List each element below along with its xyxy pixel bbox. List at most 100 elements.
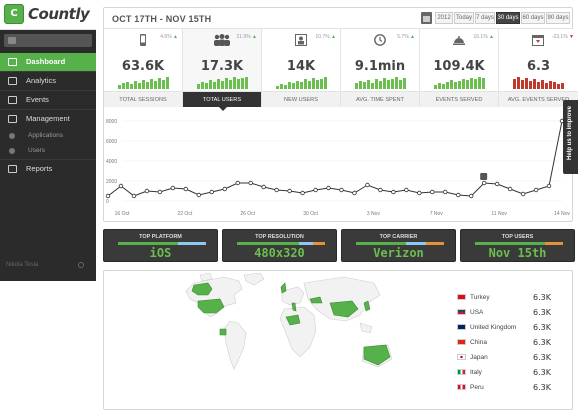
metric-percent: 5.7% xyxy=(397,34,409,40)
metric-label: TOTAL SESSIONS xyxy=(104,91,182,107)
metric-label: NEW USERS xyxy=(262,91,340,107)
country-row-turkey[interactable]: Turkey 6.3K xyxy=(457,290,557,305)
top-resolution-box: TOP RESOLUTION 480x320 xyxy=(222,229,337,262)
period-2012[interactable]: 2012 xyxy=(435,12,453,24)
settings-gear-icon[interactable] xyxy=(78,262,84,268)
calendar-icon[interactable] xyxy=(421,12,432,24)
trend-up-icon: ▲ xyxy=(489,34,494,40)
data-point xyxy=(365,182,370,188)
new-user-icon xyxy=(295,34,307,46)
y-tick-label: 4000 xyxy=(106,159,117,165)
sparkline xyxy=(118,77,170,89)
metric-new-users[interactable]: 10.7% ▲ 14K NEW USERS xyxy=(262,29,341,107)
logo-icon: C xyxy=(4,4,24,24)
data-point xyxy=(520,191,526,197)
data-point xyxy=(105,193,111,199)
feedback-tab[interactable]: Help us to improve xyxy=(563,100,578,174)
metric-value: 14K xyxy=(286,59,316,74)
app-selector[interactable] xyxy=(4,34,92,47)
country-value: 6.3K xyxy=(533,308,551,317)
box-value: Nov 15th xyxy=(488,246,547,260)
metric-avg-events-served[interactable]: -23.1% ▼ 6.3 AVG. EVENTS SERVED xyxy=(499,29,578,107)
country-row-united-kingdom[interactable]: United Kingdom 6.3K xyxy=(457,320,557,335)
sidebar-item-applications[interactable]: Applications xyxy=(0,129,96,143)
china-flag-icon xyxy=(457,339,466,345)
trend-up-icon: ▲ xyxy=(173,34,178,40)
country-row-peru[interactable]: Peru 6.3K xyxy=(457,380,557,395)
data-point xyxy=(118,183,124,189)
users-icon xyxy=(9,148,15,154)
country-row-italy[interactable]: Italy 6.3K xyxy=(457,365,557,380)
box-value: 480x320 xyxy=(254,246,305,260)
metric-value: 63.6K xyxy=(121,59,165,74)
data-point xyxy=(481,180,487,186)
metric-avg-time-spent[interactable]: 5.7% ▲ 9.1min AVG. TIME SPENT xyxy=(341,29,420,107)
sidebar-item-label: Events xyxy=(26,95,49,104)
sidebar-item-label: Dashboard xyxy=(26,57,66,66)
box-bar xyxy=(356,242,444,245)
x-tick-label: 30 Oct xyxy=(303,211,318,217)
sidebar-item-label: Users xyxy=(28,147,45,154)
period-90-days[interactable]: 90 days xyxy=(546,12,570,24)
sparkline xyxy=(434,77,486,89)
country-row-japan[interactable]: Japan 6.3K xyxy=(457,350,557,365)
box-title: TOP RESOLUTION xyxy=(255,234,304,240)
trend-up-icon: ▲ xyxy=(331,34,336,40)
box-bar xyxy=(475,242,563,245)
country-value: 6.3K xyxy=(533,383,551,392)
analytics-icon xyxy=(8,77,17,85)
period-7-days[interactable]: 7 days xyxy=(475,12,495,24)
data-point xyxy=(494,181,500,187)
cloche-icon xyxy=(453,36,465,45)
metric-total-sessions[interactable]: 4.6% ▲ 63.6K TOTAL SESSIONS xyxy=(104,29,183,107)
metric-label: EVENTS SERVED xyxy=(420,91,498,107)
world-map[interactable] xyxy=(164,273,404,405)
footer-user-name[interactable]: Nikola Tesla xyxy=(6,262,38,268)
x-tick-label: 14 Nov xyxy=(554,211,570,217)
box-bar xyxy=(118,242,206,245)
data-point xyxy=(196,192,201,198)
metric-percent: -23.1% xyxy=(551,34,568,40)
data-point xyxy=(533,187,539,193)
data-point xyxy=(417,190,422,196)
period-30-days[interactable]: 30 days xyxy=(496,12,520,24)
country-row-china[interactable]: China 6.3K xyxy=(457,335,557,350)
period-today[interactable]: Today xyxy=(454,12,474,24)
management-icon xyxy=(8,115,17,123)
sparkline xyxy=(355,77,407,89)
applications-icon xyxy=(9,133,15,139)
data-point xyxy=(443,189,448,195)
country-row-usa[interactable]: USA 6.3K xyxy=(457,305,557,320)
metric-events-served[interactable]: 16.1% ▲ 109.4K EVENTS SERVED xyxy=(420,29,499,107)
country-value: 6.3K xyxy=(533,323,551,332)
sidebar-item-analytics[interactable]: Analytics xyxy=(0,72,96,90)
sidebar-item-management[interactable]: Management xyxy=(0,110,96,128)
sidebar-item-reports[interactable]: Reports xyxy=(0,160,96,178)
metric-value: 9.1min xyxy=(354,59,406,74)
data-point xyxy=(326,185,331,191)
data-point xyxy=(352,190,357,196)
note-icon xyxy=(480,173,488,180)
x-tick-label: 7 Nov xyxy=(430,211,444,217)
data-point xyxy=(313,187,318,193)
x-tick-label: 22 Oct xyxy=(177,211,192,217)
data-point xyxy=(261,184,266,190)
period-60-days[interactable]: 60 days xyxy=(521,12,545,24)
sidebar-item-label: Applications xyxy=(28,132,64,139)
metric-label: AVG. TIME SPENT xyxy=(341,91,419,107)
events-icon xyxy=(8,96,17,104)
sidebar-item-events[interactable]: Events xyxy=(0,91,96,109)
top-users-box: TOP USERS Nov 15th xyxy=(460,229,575,262)
country-shape-canada xyxy=(191,282,213,296)
metric-value: 17.3K xyxy=(200,59,244,74)
metric-total-users[interactable]: 21.9% ▲ 17.3K TOTAL USERS xyxy=(183,29,262,111)
data-point xyxy=(274,187,279,193)
app-logo[interactable]: C Countly xyxy=(4,4,90,26)
country-name: Italy xyxy=(470,369,482,376)
data-point xyxy=(378,187,383,193)
data-point xyxy=(209,189,214,195)
sidebar-item-dashboard[interactable]: Dashboard xyxy=(0,53,96,71)
sidebar-item-users[interactable]: Users xyxy=(0,144,96,158)
feedback-label: Help us to improve xyxy=(567,106,573,161)
sidebar: C Countly Dashboard Analytics Events Man… xyxy=(0,0,96,281)
